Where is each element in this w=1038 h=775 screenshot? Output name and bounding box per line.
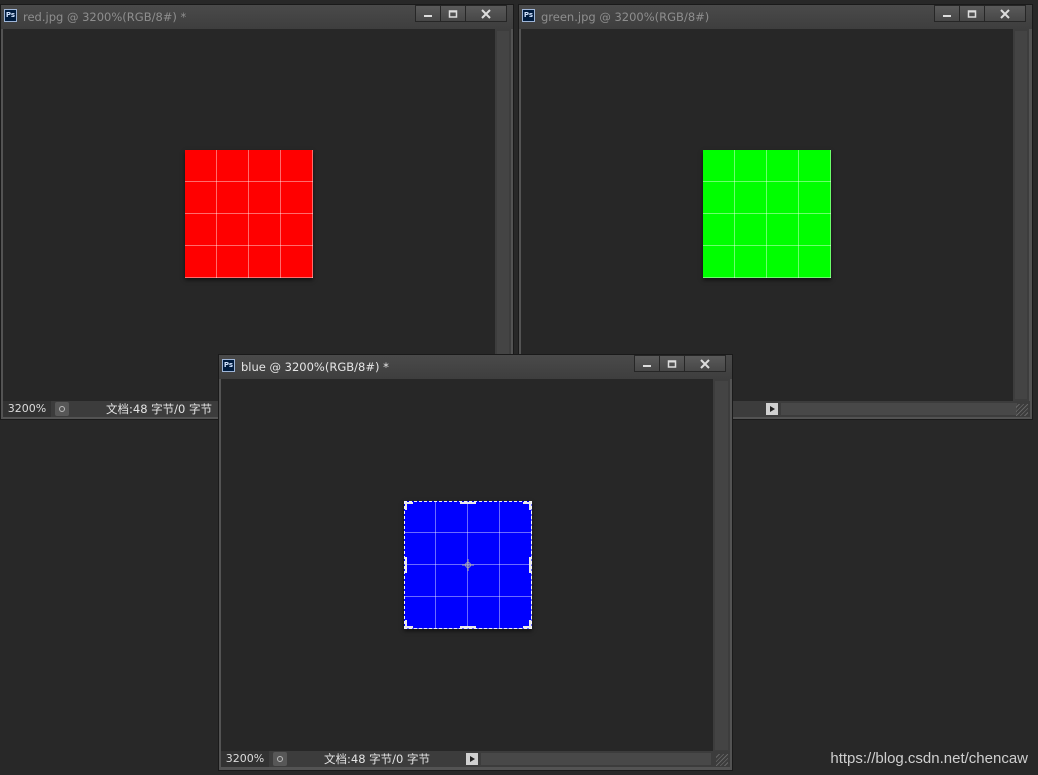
red-pixel-image [185, 150, 313, 278]
vertical-scrollbar[interactable] [713, 379, 730, 752]
maximize-button[interactable] [659, 355, 685, 372]
minimize-icon [643, 364, 651, 367]
green-pixel-image [703, 150, 831, 278]
photoshop-icon: Ps [4, 9, 17, 22]
window-title: blue @ 3200%(RGB/8#) * [241, 360, 389, 374]
status-menu-arrow-icon[interactable] [466, 753, 478, 765]
maximize-icon [667, 359, 677, 368]
doc-info: 文档:48 字节/0 字节 [324, 752, 431, 766]
maximize-button[interactable] [440, 5, 466, 22]
status-menu-arrow-icon[interactable] [766, 403, 778, 415]
resize-grip-icon[interactable] [1016, 404, 1028, 416]
close-icon [700, 358, 710, 369]
reference-point-icon[interactable] [462, 559, 474, 571]
title-bar[interactable]: Ps blue @ 3200%(RGB/8#) * [219, 355, 732, 379]
preview-icon[interactable] [273, 752, 287, 766]
document-canvas[interactable] [221, 379, 713, 752]
photoshop-icon: Ps [222, 359, 235, 372]
transform-handle-bottom-left[interactable] [405, 620, 413, 628]
title-bar[interactable]: Ps red.jpg @ 3200%(RGB/8#) * [1, 5, 513, 29]
minimize-icon [943, 14, 951, 17]
maximize-icon [448, 9, 458, 18]
close-button[interactable] [465, 5, 507, 22]
minimize-button[interactable] [415, 5, 441, 22]
window-title: green.jpg @ 3200%(RGB/8#) [541, 10, 710, 24]
maximize-button[interactable] [959, 5, 985, 22]
transform-handle-right[interactable] [528, 557, 531, 573]
document-canvas[interactable] [521, 29, 1013, 401]
status-bar: 3200% 文档:48 字节/0 字节 [221, 751, 730, 767]
zoom-level[interactable]: 3200% [221, 751, 269, 767]
resize-grip-icon[interactable] [716, 754, 728, 766]
transform-handle-bottom[interactable] [460, 625, 476, 628]
close-icon [1000, 8, 1010, 19]
transform-handle-top-right[interactable] [523, 502, 531, 510]
photoshop-icon: Ps [522, 9, 535, 22]
doc-info: 文档:48 字节/0 字节 [106, 402, 213, 416]
close-icon [481, 8, 491, 19]
zoom-level[interactable]: 3200% [3, 401, 51, 417]
minimize-icon [424, 14, 432, 17]
maximize-icon [967, 9, 977, 18]
blue-pixel-image[interactable] [404, 501, 532, 629]
watermark-url: https://blog.csdn.net/chencaw [830, 750, 1028, 767]
horizontal-scrollbar[interactable] [481, 753, 711, 765]
close-button[interactable] [984, 5, 1026, 22]
document-window-blue[interactable]: Ps blue @ 3200%(RGB/8#) * 3200% 文档:48 字节… [218, 354, 733, 771]
transform-handle-left[interactable] [405, 557, 408, 573]
transform-handle-top[interactable] [460, 502, 476, 505]
vertical-scrollbar[interactable] [1013, 29, 1029, 401]
preview-icon[interactable] [55, 402, 69, 416]
document-canvas[interactable] [3, 29, 495, 401]
window-title: red.jpg @ 3200%(RGB/8#) * [23, 10, 187, 24]
horizontal-scrollbar[interactable] [781, 403, 1017, 415]
minimize-button[interactable] [934, 5, 960, 22]
transform-handle-top-left[interactable] [405, 502, 413, 510]
title-bar[interactable]: Ps green.jpg @ 3200%(RGB/8#) [519, 5, 1032, 29]
vertical-scrollbar[interactable] [495, 29, 511, 401]
close-button[interactable] [684, 355, 726, 372]
minimize-button[interactable] [634, 355, 660, 372]
transform-handle-bottom-right[interactable] [523, 620, 531, 628]
